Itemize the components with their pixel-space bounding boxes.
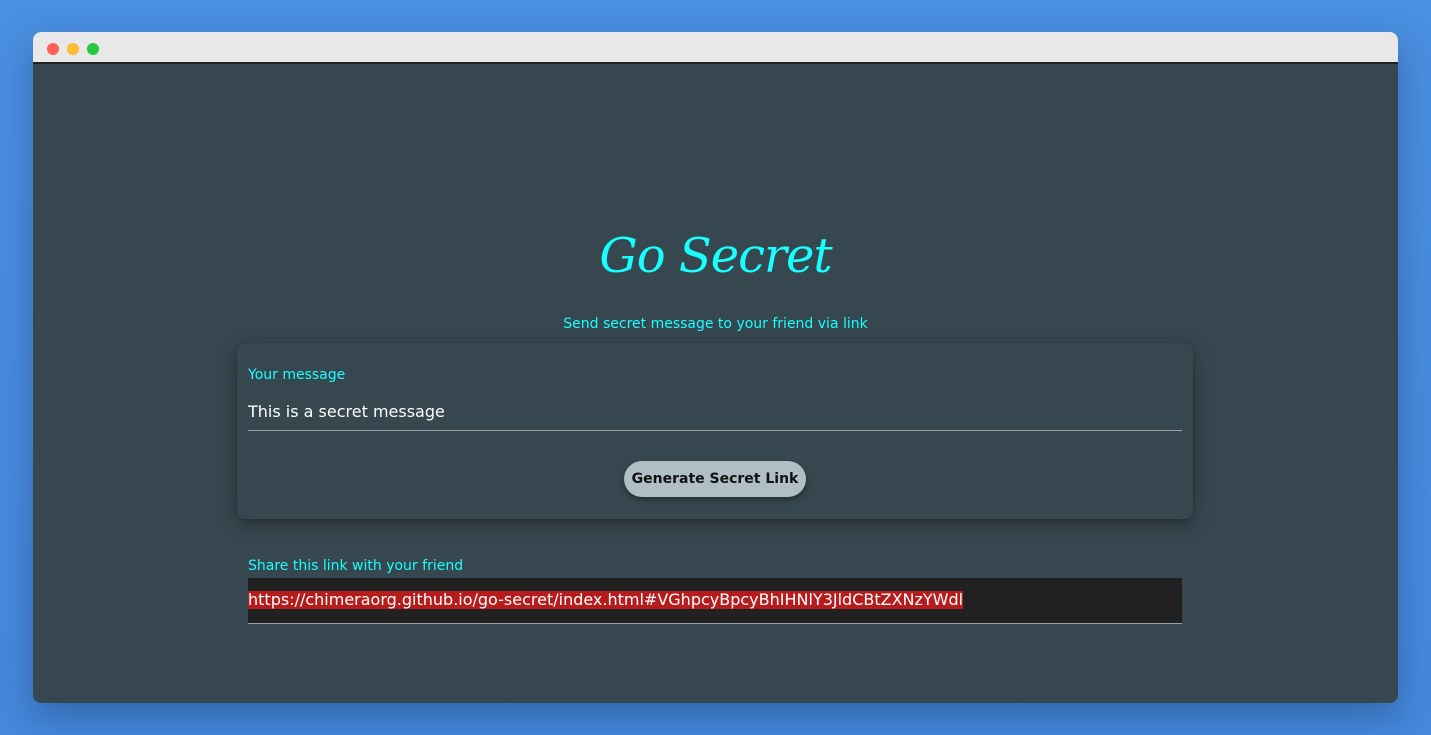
minimize-window-button[interactable] (67, 43, 79, 55)
share-link-field[interactable]: https://chimeraorg.github.io/go-secret/i… (248, 578, 1182, 624)
app-subtitle: Send secret message to your friend via l… (563, 316, 868, 332)
share-link-label: Share this link with your friend (248, 558, 464, 574)
message-input[interactable] (248, 393, 1182, 431)
share-link-text[interactable]: https://chimeraorg.github.io/go-secret/i… (248, 591, 964, 609)
browser-window: Go Secret Send secret message to your fr… (33, 32, 1398, 703)
app-title: Go Secret (599, 228, 832, 284)
message-label: Your message (248, 367, 346, 383)
generate-secret-link-button[interactable]: Generate Secret Link (624, 461, 806, 497)
message-card: Your message Generate Secret Link (237, 343, 1193, 519)
page-content: Go Secret Send secret message to your fr… (33, 64, 1398, 703)
window-titlebar (33, 32, 1398, 64)
maximize-window-button[interactable] (87, 43, 99, 55)
close-window-button[interactable] (47, 43, 59, 55)
